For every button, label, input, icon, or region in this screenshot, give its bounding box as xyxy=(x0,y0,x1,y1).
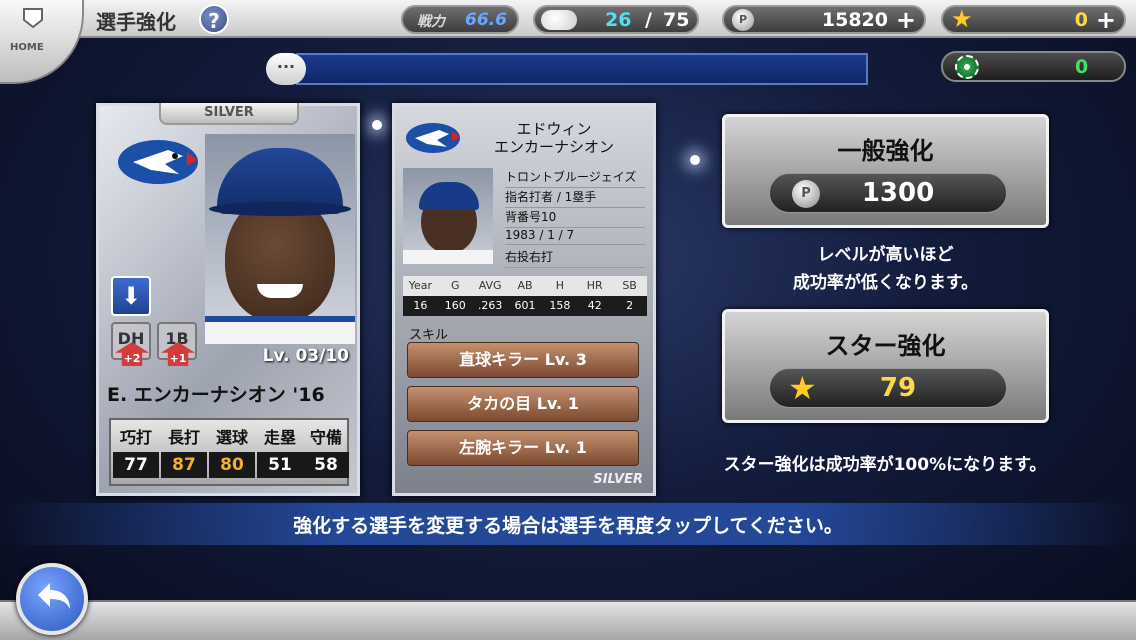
stamina-separator: / xyxy=(645,9,652,31)
arrow-down-icon[interactable]: ⬇ xyxy=(111,276,151,316)
help-icon[interactable]: ? xyxy=(199,4,229,34)
stat-label: 選球 xyxy=(215,428,248,447)
record-header-cell: G xyxy=(451,279,460,292)
general-enhance-note-2: 成功率が低くなります。 xyxy=(792,273,979,293)
blue-jays-logo-icon xyxy=(118,140,198,184)
record-header-cell: AVG xyxy=(478,279,502,292)
stat-label: 守備 xyxy=(309,428,342,447)
rank-tab: SILVER xyxy=(159,103,299,125)
stat-label: 巧打 xyxy=(119,428,152,447)
record-value-cell: 42 xyxy=(587,299,602,312)
record-header-cell: H xyxy=(555,279,564,292)
stamina-pill: 26 / 75 xyxy=(533,5,699,34)
skill-button[interactable]: 左腕キラー Lv. 1 xyxy=(407,430,639,466)
stat-value: 87 xyxy=(161,452,207,478)
star-enhance-title: スター強化 xyxy=(825,332,946,360)
player-card[interactable]: SILVER ⬇ DH +2 1B +1 Lv. 03/10 E. エンカーナシ… xyxy=(96,103,360,496)
record-header-cell: HR xyxy=(586,279,603,292)
general-enhance-title: 一般強化 xyxy=(837,137,934,165)
stat-contact: 巧打 77 xyxy=(113,424,159,478)
detail-rank: SILVER xyxy=(593,472,643,487)
instruction-banner: 強化する選手を変更する場合は選手を再度タップしてください。 xyxy=(0,503,1136,545)
stat-value: 77 xyxy=(113,452,159,478)
star-enhance-cost-value: 79 xyxy=(879,373,917,403)
skill-button[interactable]: タカの目 Lv. 1 xyxy=(407,386,639,422)
home-label: HOME xyxy=(10,42,44,53)
star-enhance-note: スター強化は成功率が100%になります。 xyxy=(723,455,1047,475)
stat-label: 長打 xyxy=(167,428,200,447)
record-header-cell: AB xyxy=(517,279,533,292)
add-coins-icon[interactable]: + xyxy=(896,8,916,32)
power-value: 66.6 xyxy=(465,10,507,30)
record-table: Year G AVG AB H HR SB 16 160 .263 601 158 42 2 xyxy=(403,276,647,316)
record-header-row: Year G AVG AB H HR SB xyxy=(403,276,647,296)
record-value-cell: .263 xyxy=(477,299,503,312)
star-value: 0 xyxy=(1074,9,1088,31)
sparkle-icon xyxy=(690,155,700,165)
chip-pill: 0 xyxy=(941,51,1126,82)
star-pill[interactable]: ★ 0 + xyxy=(941,5,1126,34)
stat-eye: 選球 80 xyxy=(209,424,255,478)
player-level: Lv. 03/10 xyxy=(262,346,349,366)
player-position: 指名打者 / 1塁手 xyxy=(505,188,645,208)
jersey-number: 背番号10 xyxy=(505,208,645,228)
general-enhance-cost: P 1300 xyxy=(769,173,1007,213)
stat-value: 58 xyxy=(303,452,349,478)
bottom-bar xyxy=(0,600,1136,640)
team-power-pill: 戦力 66.6 xyxy=(401,5,519,34)
sparkle-icon xyxy=(372,120,382,130)
record-value-cell: 160 xyxy=(444,299,466,312)
stats-box: 巧打 77 長打 87 選球 80 走塁 51 守備 58 xyxy=(109,418,349,486)
record-header-cell: SB xyxy=(622,279,637,292)
stat-speed: 走塁 51 xyxy=(257,424,303,478)
general-enhance-button[interactable]: 一般強化 P 1300 xyxy=(722,114,1049,228)
player-photo xyxy=(205,134,355,344)
star-enhance-cost: ★ 79 xyxy=(769,368,1007,408)
record-value-cell: 158 xyxy=(549,299,571,312)
chip-value: 0 xyxy=(1075,56,1089,78)
stat-value: 51 xyxy=(257,452,303,478)
power-label: 戦力 xyxy=(417,14,445,30)
stat-label: 走塁 xyxy=(263,428,296,447)
star-enhance-button[interactable]: スター強化 ★ 79 xyxy=(722,309,1049,423)
message-bar xyxy=(296,53,868,85)
coin-value: 15820 xyxy=(821,9,888,31)
stat-value: 80 xyxy=(209,452,255,478)
handedness: 右投右打 xyxy=(505,248,645,268)
card-rank: SILVER xyxy=(204,105,254,120)
point-coin-icon: P xyxy=(732,9,754,31)
home-plate-icon xyxy=(23,8,43,29)
player-detail-card: エドウィン エンカーナシオン トロントブルージェイズ 指名打者 / 1塁手 背番… xyxy=(392,103,656,496)
add-stars-icon[interactable]: + xyxy=(1096,8,1116,32)
player-mini-photo xyxy=(403,168,493,264)
back-button[interactable] xyxy=(16,563,88,635)
record-value-row: 16 160 .263 601 158 42 2 xyxy=(403,296,647,316)
stamina-current: 26 xyxy=(605,9,632,31)
speech-bubble-icon: ··· xyxy=(266,53,306,85)
baseball-icon xyxy=(541,10,577,30)
stat-power: 長打 87 xyxy=(161,424,207,478)
record-value-cell: 601 xyxy=(514,299,536,312)
back-arrow-icon xyxy=(38,583,70,609)
stat-defense: 守備 58 xyxy=(303,424,349,478)
coin-pill[interactable]: P 15820 + xyxy=(722,5,926,34)
chip-icon xyxy=(955,55,979,79)
record-value-cell: 2 xyxy=(626,299,634,312)
page-title: 選手強化 xyxy=(96,10,176,34)
record-value-cell: 16 xyxy=(413,299,428,312)
birthdate: 1983 / 1 / 7 xyxy=(505,228,645,245)
star-icon: ★ xyxy=(951,5,973,33)
player-kana-last: エンカーナシオン xyxy=(493,138,614,156)
general-enhance-cost-value: 1300 xyxy=(861,178,935,208)
skill-button[interactable]: 直球キラー Lv. 3 xyxy=(407,342,639,378)
instruction-text: 強化する選手を変更する場合は選手を再度タップしてください。 xyxy=(293,515,843,537)
team-name: トロントブルージェイズ xyxy=(505,168,645,188)
skills-title: スキル xyxy=(409,328,449,343)
player-name: E. エンカーナシオン '16 xyxy=(107,384,325,406)
stamina-max: 75 xyxy=(663,9,690,31)
record-header-cell: Year xyxy=(408,279,433,292)
home-button[interactable]: HOME xyxy=(0,0,84,84)
general-enhance-note-1: レベルが高いほど xyxy=(817,245,954,265)
